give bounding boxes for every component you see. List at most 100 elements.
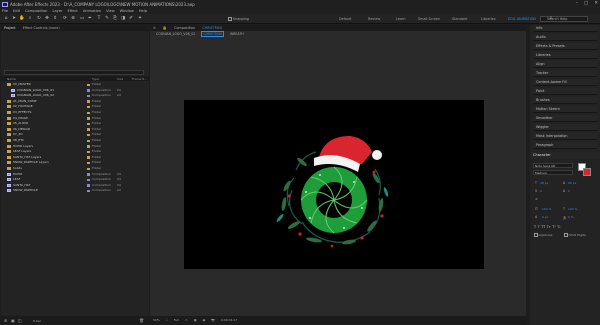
snapping-toggle[interactable]: Snapping <box>228 16 249 21</box>
trash-icon[interactable]: 🗑 <box>139 318 144 323</box>
menu-edit[interactable]: Edit <box>13 9 20 13</box>
workspace-default[interactable]: Default <box>339 17 351 21</box>
region-icon[interactable]: ▭ <box>185 318 188 322</box>
roto-brush-tool-icon[interactable]: ✐ <box>128 16 134 22</box>
project-item[interactable]: 03_EFFECTS Folder <box>1 110 149 115</box>
label-color-swatch[interactable] <box>87 89 90 92</box>
project-item[interactable]: SANTA_HAT Composition 24 <box>1 183 149 188</box>
stroke-color-swatch[interactable] <box>583 168 591 176</box>
label-color-swatch[interactable] <box>87 167 90 170</box>
label-color-swatch[interactable] <box>87 178 90 182</box>
faux-italic-button[interactable]: T <box>538 225 540 229</box>
label-color-swatch[interactable] <box>87 133 90 137</box>
breadcrumb-item-active[interactable]: CHRISTMAS <box>201 31 225 37</box>
search-icon[interactable]: ⌕ <box>548 16 554 22</box>
panel-align[interactable]: Align <box>533 61 597 68</box>
viewer-comp-name[interactable]: CHRISTMAS <box>202 26 222 30</box>
snapping-checkbox[interactable] <box>228 16 232 21</box>
menu-view[interactable]: View <box>106 9 115 13</box>
tab-project[interactable]: Project <box>4 26 16 30</box>
ligatures-toggle[interactable]: Ligatures <box>534 233 552 237</box>
lock-icon[interactable]: 🔒 <box>163 26 167 30</box>
project-item[interactable]: 02_FOOTAGE Folder <box>1 104 149 109</box>
snapshot-icon[interactable]: 📷 <box>211 318 215 322</box>
all-caps-button[interactable]: TT <box>541 225 545 229</box>
font-style-dropdown[interactable]: Medium <box>533 170 573 175</box>
composition-canvas[interactable] <box>184 100 484 269</box>
project-item[interactable]: HOHO Layers Folder <box>1 144 149 149</box>
home-icon[interactable]: ⌂ <box>3 16 9 22</box>
selection-tool-icon[interactable]: ➤ <box>11 16 17 22</box>
maximize-button[interactable]: □ <box>584 1 588 6</box>
label-color-swatch[interactable] <box>87 139 90 142</box>
project-item[interactable]: 04_IMAGE Folder <box>1 116 149 121</box>
font-family-dropdown[interactable]: Noto Sans KR <box>533 163 573 168</box>
menu-animation[interactable]: Animation <box>83 9 101 13</box>
label-color-swatch[interactable] <box>87 128 90 131</box>
ligatures-checkbox[interactable] <box>534 233 538 237</box>
tracking-value[interactable]: 0 <box>568 189 570 193</box>
anchor-tool-icon[interactable]: ⊕ <box>70 16 76 22</box>
clone-stamp-tool-icon[interactable]: ⎘ <box>112 16 118 22</box>
project-item[interactable]: Solids Folder <box>1 166 149 171</box>
puppet-tool-icon[interactable]: ✦ <box>137 16 143 22</box>
hindi-digits-toggle[interactable]: Hindi Digits <box>564 233 586 237</box>
panel-mask-interpolation[interactable]: Mask Interpolation <box>533 133 597 140</box>
menu-help[interactable]: Help <box>139 9 147 13</box>
label-color-swatch[interactable] <box>87 117 90 120</box>
panel-brushes[interactable]: Brushes <box>533 97 597 104</box>
label-color-swatch[interactable] <box>87 145 90 148</box>
panel-paragraph[interactable]: Paragraph <box>533 142 597 149</box>
camera-icon[interactable]: ◉ <box>203 318 206 322</box>
panel-paint[interactable]: Paint <box>533 88 597 95</box>
label-color-swatch[interactable] <box>87 156 90 159</box>
superscript-button[interactable]: T¹ <box>552 225 555 229</box>
pen-tool-icon[interactable]: ✒ <box>87 16 93 22</box>
project-item[interactable]: LEAF Layers Folder <box>1 149 149 154</box>
transparency-grid-icon[interactable]: ▦ <box>194 318 197 322</box>
vertical-scale-value[interactable]: 100 % <box>542 207 552 211</box>
label-color-swatch[interactable] <box>87 111 90 114</box>
type-tool-icon[interactable]: T <box>96 16 102 22</box>
panel-effects-presets[interactable]: Effects & Presets <box>533 43 597 50</box>
interpret-footage-icon[interactable]: ⊞ <box>4 318 7 323</box>
brush-tool-icon[interactable]: ✎ <box>104 16 110 22</box>
workspace-active[interactable]: EDIL ANIMATION <box>508 17 536 21</box>
workspace-libraries[interactable]: Libraries <box>481 17 496 21</box>
menu-composition[interactable]: Composition <box>25 9 47 13</box>
close-button[interactable]: ✕ <box>594 1 598 6</box>
label-color-swatch[interactable] <box>87 184 90 187</box>
viewer-tab-label[interactable]: Composition <box>174 26 195 30</box>
tab-effect-controls[interactable]: Effect Controls (none) <box>23 26 60 30</box>
label-color-swatch[interactable] <box>87 150 90 154</box>
panel-content-aware-fill[interactable]: Content-Aware Fill <box>533 79 597 86</box>
label-color-swatch[interactable] <box>87 161 90 165</box>
project-item[interactable]: COGNIAN_LOGO_V06_01 Composition 24 <box>1 88 149 93</box>
fit-icon[interactable]: ⛶ <box>166 318 168 322</box>
horizontal-scale-value[interactable]: 100 % <box>568 207 578 211</box>
workspace-learn[interactable]: Learn <box>396 17 405 21</box>
project-item[interactable]: SANTA_HAT Layers Folder <box>1 155 149 160</box>
workspace-standard[interactable]: Standard <box>452 17 467 21</box>
column-frame-rate[interactable]: Frame R... <box>132 77 147 81</box>
label-color-swatch[interactable] <box>87 122 90 126</box>
baseline-shift-value[interactable]: 0 px <box>542 215 549 219</box>
minimize-button[interactable]: – <box>576 1 578 6</box>
font-size-value[interactable]: 48 px <box>540 181 548 185</box>
rotation-tool-icon[interactable]: ⟳ <box>62 16 68 22</box>
subscript-button[interactable]: T₁ <box>557 225 560 229</box>
menu-file[interactable]: File <box>2 9 8 13</box>
breadcrumb-item[interactable]: COGNIAN_LOGO_V06_02 <box>156 32 195 36</box>
project-item[interactable]: 07_3D Folder <box>1 132 149 137</box>
panel-smoother[interactable]: Smoother <box>533 115 597 122</box>
panel-audio[interactable]: Audio <box>533 34 597 41</box>
column-name[interactable]: Name <box>7 77 16 81</box>
project-item[interactable]: 06_DESIGN Folder <box>1 127 149 132</box>
project-item[interactable]: 08_ETC Folder <box>1 138 149 143</box>
resolution-dropdown[interactable]: Full <box>174 318 179 322</box>
faux-bold-button[interactable]: T <box>534 225 536 229</box>
panel-info[interactable]: Info <box>533 25 597 32</box>
bit-depth-label[interactable]: 8 bpc <box>33 319 41 323</box>
workspace-small-screen[interactable]: Small Screen <box>418 17 440 21</box>
label-color-swatch[interactable] <box>87 105 90 109</box>
